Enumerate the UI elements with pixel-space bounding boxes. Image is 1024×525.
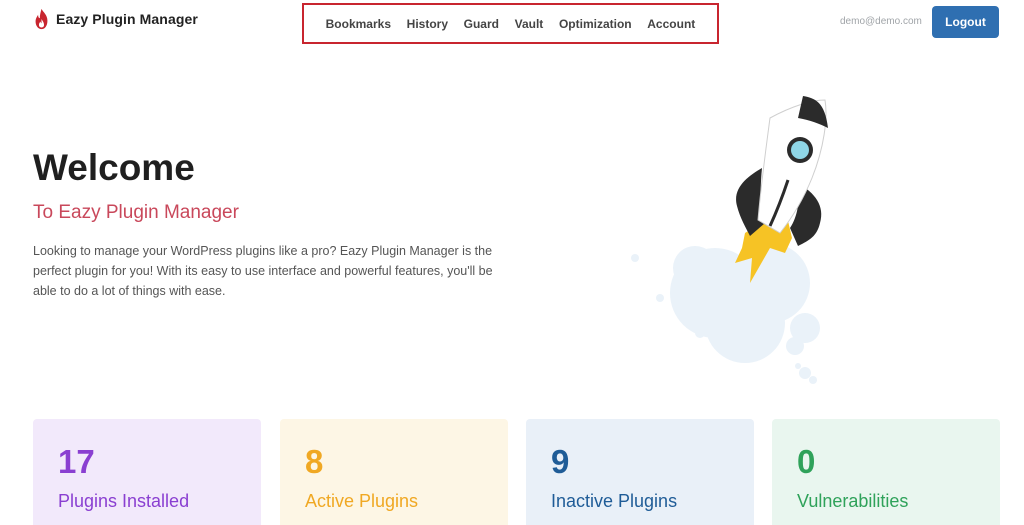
stat-value: 8 — [305, 443, 324, 480]
nav-item-history[interactable]: History — [407, 17, 448, 31]
stat-card-inactive-plugins[interactable]: 9 Inactive Plugins — [526, 419, 754, 525]
nav-item-bookmarks[interactable]: Bookmarks — [326, 17, 391, 31]
stat-label: Active Plugins — [305, 491, 419, 511]
stat-label: Vulnerabilities — [797, 491, 909, 511]
nav-item-account[interactable]: Account — [647, 17, 695, 31]
top-header: Eazy Plugin Manager Bookmarks History Gu… — [0, 0, 1024, 46]
brand-name: Eazy Plugin Manager — [56, 11, 198, 27]
welcome-title: Welcome — [33, 147, 195, 188]
user-email: demo@demo.com — [840, 16, 922, 27]
stat-value: 0 — [797, 443, 816, 480]
stat-label: Plugins Installed — [58, 491, 190, 511]
brand[interactable]: Eazy Plugin Manager — [33, 8, 198, 30]
stat-card-plugins-installed[interactable]: 17 Plugins Installed — [33, 419, 261, 525]
main-nav: Bookmarks History Guard Vault Optimizati… — [302, 3, 719, 44]
stat-card-active-plugins[interactable]: 8 Active Plugins — [280, 419, 508, 525]
nav-item-optimization[interactable]: Optimization — [559, 17, 632, 31]
stat-label: Inactive Plugins — [551, 491, 678, 511]
stat-value: 9 — [551, 443, 570, 480]
nav-item-guard[interactable]: Guard — [464, 17, 499, 31]
welcome-description: Looking to manage your WordPress plugins… — [33, 244, 493, 298]
logout-button[interactable]: Logout — [932, 6, 999, 38]
nav-item-vault[interactable]: Vault — [515, 17, 544, 31]
welcome-subtitle: To Eazy Plugin Manager — [33, 202, 239, 223]
stat-card-vulnerabilities[interactable]: 0 Vulnerabilities — [772, 419, 1000, 525]
flame-logo-icon — [35, 8, 48, 30]
stat-value: 17 — [58, 443, 95, 480]
rocket-icon — [631, 96, 828, 384]
